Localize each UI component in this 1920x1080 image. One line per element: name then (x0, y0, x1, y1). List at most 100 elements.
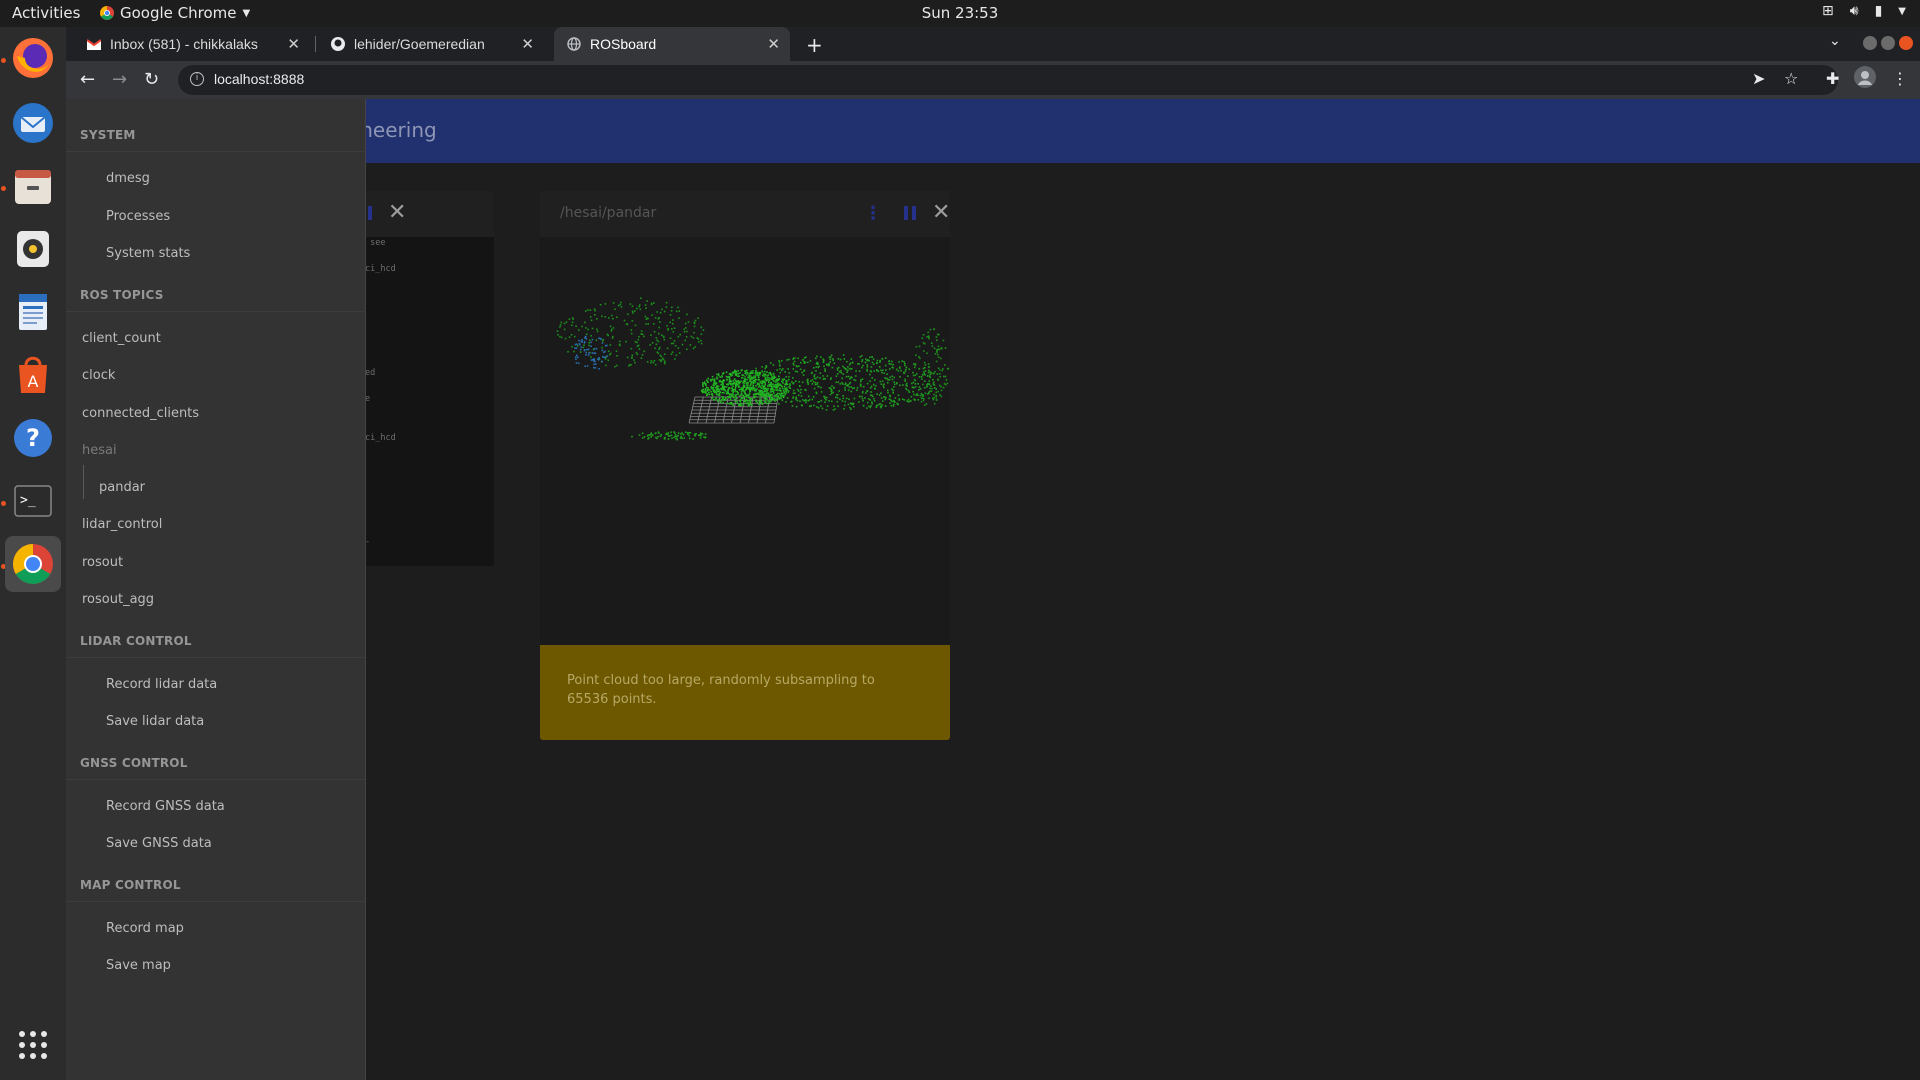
point-mark (854, 375, 857, 377)
network-icon[interactable]: ⊞ (1822, 3, 1834, 19)
point-mark (584, 337, 586, 339)
drawer-item-dmesg[interactable]: dmesg (106, 171, 150, 186)
battery-icon[interactable]: ▮ (1875, 3, 1883, 19)
rhythmbox-icon[interactable] (5, 221, 61, 277)
record-gnss-data-item[interactable]: Record GNSS data (106, 799, 225, 814)
tab-github[interactable]: lehider/Goemeredian ✕ (318, 27, 544, 61)
point-mark (831, 385, 833, 387)
point-mark (710, 386, 713, 388)
send-tab-icon[interactable]: ➤ (1752, 69, 1765, 88)
clock[interactable]: Sun 23:53 (922, 4, 999, 22)
maximize-button[interactable] (1881, 36, 1895, 50)
point-mark (753, 375, 755, 377)
close-tab-icon[interactable]: ✕ (767, 35, 780, 53)
point-mark (729, 382, 731, 384)
tab-gmail[interactable]: Inbox (581) - chikkalaks ✕ (74, 27, 310, 61)
point-mark (946, 368, 949, 370)
drawer-item-pandar[interactable]: pandar (99, 480, 145, 495)
close-icon[interactable]: ✕ (932, 200, 950, 225)
forward-arrow-icon[interactable]: → (112, 69, 127, 90)
point-mark (630, 347, 633, 350)
warning-banner: Point cloud too large, randomly subsampl… (540, 645, 950, 740)
tab-search-icon[interactable]: ⌄ (1829, 33, 1841, 49)
close-tab-icon[interactable]: ✕ (287, 35, 300, 53)
record-map-item[interactable]: Record map (106, 921, 184, 936)
point-mark (811, 383, 814, 385)
extensions-icon[interactable]: ✚ (1826, 69, 1839, 88)
point-mark (598, 357, 600, 359)
reload-icon[interactable]: ↻ (144, 69, 159, 90)
app-menu[interactable]: Google Chrome ▼ (100, 4, 250, 22)
profile-avatar[interactable] (1854, 66, 1876, 92)
drawer-item-connected-clients[interactable]: connected_clients (82, 406, 199, 421)
close-window-button[interactable] (1899, 36, 1913, 50)
drawer-item-lidar-control[interactable]: lidar_control (82, 517, 162, 532)
close-icon[interactable]: ✕ (388, 200, 406, 225)
new-tab-button[interactable]: + (806, 33, 823, 57)
point-mark (716, 373, 718, 376)
point-mark (720, 384, 722, 386)
point-mark (727, 383, 729, 386)
firefox-icon[interactable] (5, 30, 61, 86)
save-map-item[interactable]: Save map (106, 958, 171, 973)
tab-rosboard[interactable]: ROSboard ✕ (554, 27, 790, 61)
point-mark (923, 371, 925, 373)
drawer-item-client-count[interactable]: client_count (82, 331, 161, 346)
point-mark (762, 386, 765, 389)
address-bar[interactable]: i localhost:8888 (178, 65, 1838, 95)
thunderbird-icon[interactable] (5, 95, 61, 151)
point-mark (793, 360, 796, 363)
point-mark (795, 398, 797, 401)
point-mark (935, 399, 938, 401)
record-lidar-data-item[interactable]: Record lidar data (106, 677, 217, 692)
card-menu-icon[interactable]: ⋮ (864, 203, 882, 224)
minimize-button[interactable] (1863, 36, 1877, 50)
drawer-item-processes[interactable]: Processes (106, 209, 170, 224)
pause-icon[interactable] (904, 206, 916, 220)
bookmark-star-icon[interactable]: ☆ (1784, 69, 1798, 88)
site-info-icon[interactable]: i (190, 72, 204, 86)
save-lidar-data-item[interactable]: Save lidar data (106, 714, 204, 729)
point-mark (675, 354, 678, 357)
drawer-item-rosout-agg[interactable]: rosout_agg (82, 592, 154, 607)
drawer-item-system-stats[interactable]: System stats (106, 246, 190, 261)
point-mark (766, 374, 768, 377)
point-mark (644, 315, 647, 318)
point-mark (729, 396, 731, 398)
writer-icon[interactable] (5, 284, 61, 340)
software-center-icon[interactable]: A (5, 347, 61, 403)
point-mark (935, 395, 938, 398)
help-icon[interactable]: ? (5, 410, 61, 466)
point-mark (869, 406, 871, 409)
activities-button[interactable]: Activities (12, 4, 80, 22)
point-mark (866, 401, 869, 404)
point-mark (749, 404, 751, 406)
point-mark (812, 396, 815, 398)
back-arrow-icon[interactable]: ← (80, 69, 95, 90)
card-title: /hesai/pandar (560, 205, 657, 221)
terminal-icon[interactable]: >_ (5, 473, 61, 529)
point-mark (590, 356, 592, 358)
point-mark (601, 349, 604, 352)
chrome-icon[interactable] (5, 536, 61, 592)
point-mark (922, 334, 925, 336)
drawer-item-rosout[interactable]: rosout (82, 555, 123, 570)
point-mark (575, 362, 578, 364)
point-mark (852, 405, 855, 408)
point-cloud-viewer[interactable] (540, 237, 950, 645)
save-gnss-data-item[interactable]: Save GNSS data (106, 836, 212, 851)
point-mark (746, 383, 748, 385)
point-mark (695, 433, 697, 435)
drawer-item-clock[interactable]: clock (82, 368, 115, 383)
show-apps-icon[interactable] (5, 1017, 61, 1073)
drawer-item-hesai[interactable]: hesai (82, 443, 117, 458)
system-menu-icon[interactable]: ▼ (1898, 6, 1906, 17)
chrome-menu-icon[interactable]: ⋮ (1892, 69, 1908, 88)
files-icon[interactable] (5, 158, 61, 214)
close-tab-icon[interactable]: ✕ (521, 35, 534, 53)
volume-icon[interactable]: 🔊︎ (1850, 3, 1859, 19)
point-mark (732, 394, 735, 396)
point-mark (567, 351, 569, 353)
point-mark (813, 404, 815, 407)
point-mark (743, 384, 746, 387)
